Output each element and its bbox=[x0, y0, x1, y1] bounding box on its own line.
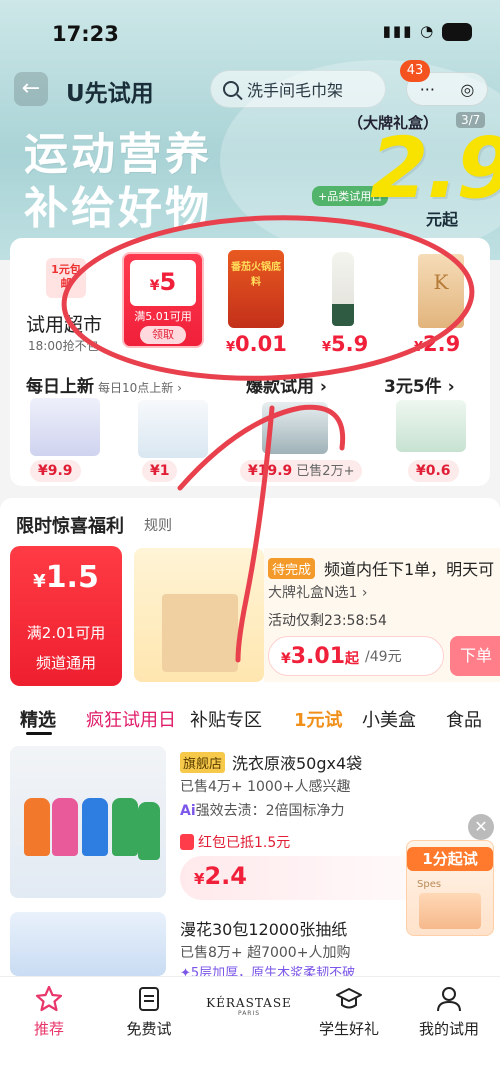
item-price: ¥2.4 bbox=[194, 862, 247, 890]
product-thumbnail[interactable] bbox=[262, 402, 328, 454]
tab-subsidy[interactable]: 补贴专区 bbox=[190, 706, 262, 732]
section-3yuan-5pcs[interactable]: 3元5件 › bbox=[384, 372, 455, 397]
bottle-green bbox=[138, 802, 160, 860]
item-title[interactable]: 漫花30包12000张抽纸 bbox=[180, 916, 347, 940]
red-packet-icon bbox=[180, 834, 194, 850]
order-button[interactable]: 下单 bbox=[450, 636, 500, 676]
nav-student-gifts[interactable]: 学生好礼 bbox=[304, 984, 394, 1039]
limited-offer-title: 限时惊喜福利 bbox=[16, 516, 124, 537]
claim-coupon-button[interactable]: 领取 bbox=[140, 326, 186, 344]
floating-ad-title: 1分起试 bbox=[407, 847, 493, 871]
product-image-detergent[interactable] bbox=[10, 746, 166, 898]
status-icons: ▮▮▮ ◔ bbox=[383, 22, 472, 41]
notification-badge: 43 bbox=[400, 60, 430, 82]
wifi-icon: ◔ bbox=[420, 22, 436, 40]
active-tab-indicator bbox=[26, 732, 52, 735]
item-feature: ✦5层加厚，原生木浆柔韧不破 bbox=[180, 966, 356, 976]
gift-box-image[interactable] bbox=[134, 548, 264, 682]
signal-icon: ▮▮▮ bbox=[382, 22, 414, 40]
banner-headline-2[interactable]: 补给好物 bbox=[24, 172, 212, 236]
status-time: 17:23 bbox=[52, 22, 119, 46]
ticket-icon bbox=[139, 987, 159, 1011]
brand-logo: KÉRASTASE bbox=[206, 996, 292, 1010]
gift-box-products bbox=[162, 594, 238, 672]
task-description: 频道内任下1单，明天可 bbox=[324, 560, 495, 579]
star-icon bbox=[35, 985, 63, 1012]
section-hot-trial[interactable]: 爆款试用 › bbox=[246, 372, 327, 397]
channel-coupon-condition: 满2.01可用 bbox=[26, 624, 106, 642]
channel-coupon-scope: 频道通用 bbox=[35, 654, 96, 672]
price-pill: ¥0.6 bbox=[408, 460, 459, 482]
banner-price: 2.9 bbox=[370, 119, 500, 217]
floating-ad-image bbox=[419, 893, 481, 929]
coupon-amount-box: ¥5 bbox=[130, 260, 196, 306]
search-placeholder: 洗手间毛巾架 bbox=[247, 81, 344, 100]
search-input[interactable]: 洗手间毛巾架 bbox=[210, 70, 386, 108]
gift-box-name[interactable]: 大牌礼盒N选1 › bbox=[268, 582, 367, 602]
close-floating-ad-button[interactable]: ✕ bbox=[468, 814, 494, 840]
nav-my-trials[interactable]: 我的试用 bbox=[404, 984, 494, 1039]
offer-price: ¥3.01起 /49元 bbox=[268, 636, 444, 676]
supermarket-title[interactable]: 试用超市 bbox=[26, 310, 102, 337]
free-shipping-tag: 1元包邮 bbox=[46, 258, 86, 298]
tab-1yuan[interactable]: 1元试 bbox=[294, 706, 343, 732]
tab-food[interactable]: 食品 bbox=[446, 706, 482, 732]
nav-free-trial[interactable]: 免费试 bbox=[104, 984, 194, 1039]
coupon-condition: 满5.01可用 bbox=[134, 310, 192, 323]
product-price: ¥2.9 bbox=[414, 332, 461, 356]
back-button[interactable]: ← bbox=[14, 72, 48, 106]
tab-beauty-box[interactable]: 小美盒 bbox=[362, 706, 416, 732]
bottle-blue bbox=[82, 798, 108, 856]
tab-featured[interactable]: 精选 bbox=[20, 706, 56, 732]
price-pill: ¥1 bbox=[142, 460, 178, 482]
product-thumbnail[interactable] bbox=[396, 400, 466, 452]
coupon-card[interactable]: ¥5 满5.01可用 领取 bbox=[122, 252, 204, 348]
channel-coupon[interactable]: ¥1.5 满2.01可用 频道通用 bbox=[10, 546, 122, 686]
product-price: ¥5.9 bbox=[322, 332, 369, 356]
nav-recommend[interactable]: 推荐 bbox=[4, 984, 94, 1039]
product-tube-cream[interactable] bbox=[332, 252, 354, 326]
back-arrow-icon: ← bbox=[21, 76, 41, 101]
rules-link[interactable]: 规则 bbox=[144, 515, 172, 535]
item-title[interactable]: 洗衣原液50gx4袋 bbox=[232, 750, 362, 774]
coupon-amount: ¥5 bbox=[149, 268, 177, 296]
product-thumbnail[interactable] bbox=[30, 398, 100, 456]
bottle-pink bbox=[52, 798, 78, 856]
product-thumbnail[interactable] bbox=[138, 400, 208, 458]
search-icon bbox=[223, 81, 239, 97]
item-sales: 已售8万+ 超7000+人加购 bbox=[180, 945, 351, 961]
graduation-cap-icon bbox=[336, 988, 362, 1009]
red-packet-tag: 红包已抵1.5元 bbox=[180, 832, 290, 852]
tab-crazy-trial-day[interactable]: 疯狂试用日 bbox=[86, 706, 176, 732]
nav-brand-kerastase[interactable]: KÉRASTASE PARIS bbox=[204, 984, 294, 1017]
floating-ad[interactable]: 1分起试 Spes bbox=[406, 840, 494, 936]
banner-price-unit: 元起 bbox=[426, 210, 459, 229]
more-icon[interactable]: ··· bbox=[420, 80, 435, 99]
flagship-store-tag: 旗舰店 bbox=[180, 752, 226, 773]
supermarket-subtitle: 18:00抢不包 bbox=[28, 339, 99, 353]
price-pill: ¥19.9 已售2万+ bbox=[240, 460, 363, 482]
product-hotpot-base[interactable]: 番茄火锅底料 bbox=[228, 250, 284, 328]
page-title: U先试用 bbox=[66, 81, 154, 107]
product-kerastase[interactable]: K bbox=[418, 254, 464, 328]
close-icon[interactable]: ◎ bbox=[460, 80, 474, 99]
product-image-tissue[interactable] bbox=[10, 912, 166, 976]
bottle-green bbox=[112, 798, 138, 856]
user-icon bbox=[437, 987, 461, 1012]
item-sales: 已售4万+ 1000+人感兴趣 bbox=[180, 779, 351, 795]
section-daily-new[interactable]: 每日上新 每日10点上新 › bbox=[26, 372, 182, 397]
channel-coupon-amount: ¥1.5 bbox=[33, 560, 99, 595]
price-pill: ¥9.9 bbox=[30, 460, 81, 482]
bottle-orange bbox=[24, 798, 50, 856]
brand-logo-sub: PARIS bbox=[237, 1010, 261, 1017]
ai-highlight: Ai强效去渍：2倍国标净力 bbox=[180, 803, 345, 819]
task-status-badge: 待完成 bbox=[268, 558, 316, 579]
countdown-timer: 活动仅剩23:58:54 bbox=[268, 613, 387, 629]
product-price: ¥0.01 bbox=[226, 332, 287, 356]
battery-icon bbox=[442, 22, 472, 41]
floating-ad-brand: Spes bbox=[417, 879, 442, 890]
ai-icon: Ai bbox=[180, 803, 196, 819]
